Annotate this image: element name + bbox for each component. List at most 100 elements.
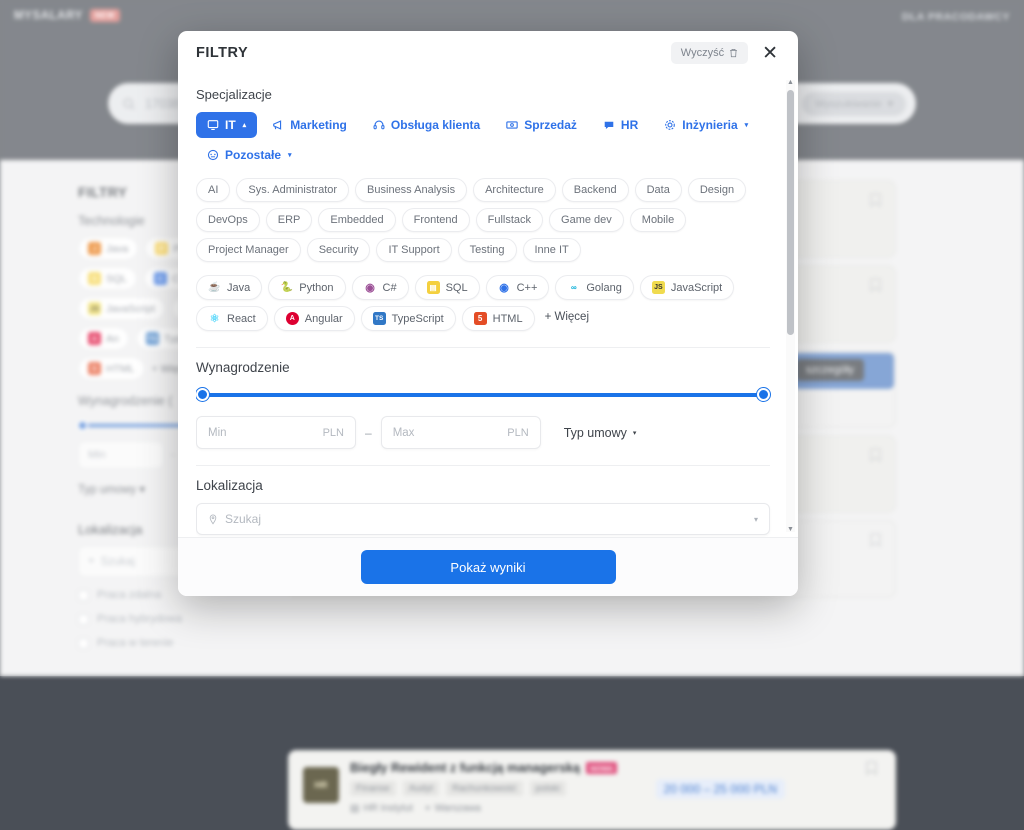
monitor-icon: [207, 119, 219, 131]
tech-tag-golang[interactable]: ∞ Golang: [555, 275, 634, 300]
tech-label: C++: [516, 281, 538, 294]
job-salary: 20 000 – 25 000 PLN: [655, 779, 785, 799]
tag-frontend[interactable]: Frontend: [401, 208, 470, 232]
tech-label: JavaScript: [670, 281, 723, 294]
tech-label: C#: [382, 281, 397, 294]
scroll-up-arrow-icon[interactable]: ▲: [787, 79, 794, 86]
scrollbar-thumb[interactable]: [787, 90, 794, 335]
job-company: ▤ HR Instytut: [350, 803, 413, 814]
tech-tag-javascript[interactable]: JS JavaScript: [639, 275, 735, 300]
tag-mobile[interactable]: Mobile: [629, 208, 687, 232]
chat-icon: [603, 119, 615, 131]
tech-tag-html[interactable]: 5 HTML: [461, 306, 535, 331]
more-technologies-link[interactable]: + Więcej: [541, 306, 593, 331]
spec-pill-inzynieria[interactable]: Inżynieria ▾: [653, 112, 759, 138]
tech-label: HTML: [492, 312, 523, 325]
clear-filters-button[interactable]: Wyczyść: [670, 42, 749, 64]
tag-erp[interactable]: ERP: [265, 208, 313, 232]
location-placeholder: Szukaj: [225, 512, 262, 526]
money-icon: [506, 119, 518, 131]
chevron-down-icon: ▾: [632, 429, 637, 437]
spec-pill-label: Inżynieria: [682, 118, 738, 132]
tag-devops[interactable]: DevOps: [196, 208, 260, 232]
modal-title: FILTRY: [196, 45, 249, 61]
tech-tag-csharp[interactable]: ◉ C#: [351, 275, 409, 300]
job-location-label: Warszawa: [434, 803, 481, 814]
filters-modal: FILTRY Wyczyść ✕ Specjalizacje IT ▴ Mark…: [178, 31, 798, 596]
salary-max-input[interactable]: Max PLN: [380, 416, 541, 449]
pin-icon: [208, 514, 218, 525]
tag-data[interactable]: Data: [634, 178, 682, 202]
tag-inne-it[interactable]: Inne IT: [522, 238, 581, 262]
show-results-button[interactable]: Pokaż wyniki: [360, 550, 616, 584]
spec-pill-obsluga-klienta[interactable]: Obsługa klienta: [362, 112, 491, 138]
location-search-input[interactable]: Szukaj ▾: [196, 503, 770, 535]
tag-embedded[interactable]: Embedded: [318, 208, 396, 232]
modal-scroll-area: Specjalizacje IT ▴ Marketing Obsługa kli…: [196, 75, 780, 537]
tag-testing[interactable]: Testing: [457, 238, 517, 262]
job-new-badge: NOWA: [585, 762, 618, 774]
job-location: ⌖ Warszawa: [425, 803, 481, 814]
slider-knob-min[interactable]: [196, 388, 209, 401]
tag-business-analysis[interactable]: Business Analysis: [355, 178, 468, 202]
tech-tag-angular[interactable]: A Angular: [273, 306, 355, 331]
salary-min-input[interactable]: Min PLN: [196, 416, 356, 449]
job-tag: Finanse: [350, 781, 396, 796]
tag-it-support[interactable]: IT Support: [376, 238, 452, 262]
tag-fullstack[interactable]: Fullstack: [475, 208, 544, 232]
tag-project-manager[interactable]: Project Manager: [196, 238, 301, 262]
spec-pill-label: Sprzedaż: [524, 118, 577, 132]
job-tags: Finanse Audyt Rachunkowość polski: [350, 781, 881, 796]
spec-pill-label: Marketing: [290, 118, 347, 132]
slider-knob-max[interactable]: [757, 388, 770, 401]
tech-tag-cpp[interactable]: ◉ C++: [485, 275, 550, 300]
tag-sys-administrator[interactable]: Sys. Administrator: [236, 178, 350, 202]
building-icon: ▤: [350, 803, 360, 814]
tag-design[interactable]: Design: [687, 178, 747, 202]
dots-icon: [207, 149, 219, 161]
tech-tag-react[interactable]: ⚛ React: [196, 306, 268, 331]
tech-label: React: [227, 312, 256, 325]
clear-label: Wyczyść: [680, 47, 725, 59]
bookmark-icon[interactable]: [866, 761, 877, 775]
tech-tag-java[interactable]: ☕ Java: [196, 275, 263, 300]
close-modal-button[interactable]: ✕: [760, 44, 780, 63]
scroll-down-arrow-icon[interactable]: ▼: [787, 526, 794, 533]
spec-pill-it[interactable]: IT ▴: [196, 112, 258, 138]
technology-tags: ☕ Java 🐍 Python ◉ C# ▤ SQL ◉ C++ ∞ Golang JS Ja…: [196, 275, 770, 331]
spec-pill-marketing[interactable]: Marketing: [261, 112, 358, 138]
modal-body: Specjalizacje IT ▴ Marketing Obsługa kli…: [178, 75, 798, 537]
divider: [196, 347, 770, 348]
tech-tag-sql[interactable]: ▤ SQL: [414, 275, 480, 300]
modal-scrollbar[interactable]: ▲ ▼: [786, 79, 795, 533]
tag-architecture[interactable]: Architecture: [473, 178, 556, 202]
salary-min-currency: PLN: [322, 426, 344, 439]
tech-tag-typescript[interactable]: TS TypeScript: [360, 306, 456, 331]
job-tag: polski: [529, 781, 566, 796]
tech-label: Golang: [586, 281, 622, 294]
megaphone-icon: [272, 119, 284, 131]
tag-ai[interactable]: AI: [196, 178, 231, 202]
tag-security[interactable]: Security: [306, 238, 371, 262]
spec-pill-hr[interactable]: HR: [592, 112, 649, 138]
subcategory-tags: AI Sys. Administrator Business Analysis …: [196, 178, 770, 262]
spec-pill-sprzedaz[interactable]: Sprzedaż: [495, 112, 588, 138]
job-company-label: HR Instytut: [363, 803, 413, 814]
spec-pill-label: Pozostałe: [225, 148, 282, 162]
salary-range-row: Min PLN – Max PLN Typ umowy ▾: [196, 416, 770, 449]
tech-label: SQL: [445, 281, 468, 294]
contract-type-dropdown[interactable]: Typ umowy ▾: [564, 426, 637, 440]
chevron-down-icon: ▾: [288, 152, 292, 159]
tag-game-dev[interactable]: Game dev: [549, 208, 624, 232]
job-meta: ▤ HR Instytut ⌖ Warszawa: [350, 803, 881, 814]
spec-pill-pozostale[interactable]: Pozostałe ▾: [196, 142, 303, 168]
tech-label: Java: [227, 281, 251, 294]
tech-label: Python: [299, 281, 334, 294]
job-tag: Rachunkowość: [446, 781, 523, 796]
tech-tag-python[interactable]: 🐍 Python: [268, 275, 346, 300]
tag-backend[interactable]: Backend: [561, 178, 629, 202]
salary-slider[interactable]: [196, 388, 770, 402]
location-label: Lokalizacja: [196, 478, 263, 493]
slider-track[interactable]: [198, 393, 768, 397]
background-job-card-detailed[interactable]: HR Biegły Rewident z funkcją managerską …: [288, 750, 896, 830]
